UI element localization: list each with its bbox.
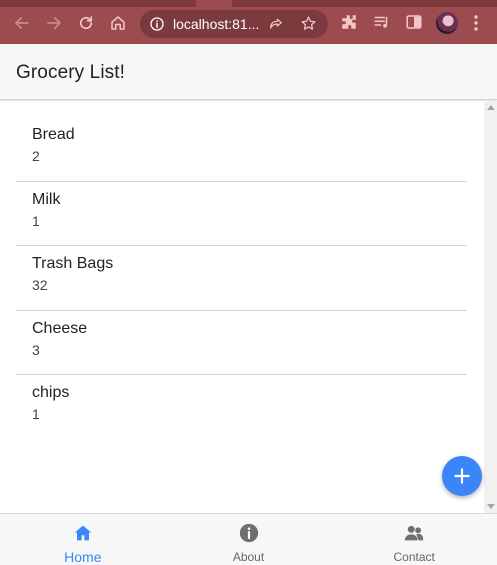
reload-icon bbox=[79, 16, 93, 30]
browser-toolbar: localhost:81... bbox=[0, 0, 497, 44]
tab-label: About bbox=[232, 550, 265, 564]
tab-strip bbox=[0, 0, 497, 7]
scroll-down-arrow[interactable] bbox=[487, 504, 495, 509]
list-item[interactable]: Trash Bags 32 bbox=[16, 246, 467, 311]
list-item[interactable]: Cheese 3 bbox=[16, 311, 467, 375]
page-title: Grocery List! bbox=[16, 62, 125, 83]
address-bar[interactable]: localhost:81... bbox=[140, 10, 328, 38]
extensions-puzzle-icon[interactable] bbox=[340, 13, 358, 31]
people-icon bbox=[405, 525, 424, 541]
home-outline-icon bbox=[111, 16, 125, 30]
main-content: Bread 2 Milk 1 Trash Bags 32 Cheese 3 ch… bbox=[0, 101, 484, 513]
active-tab-edge bbox=[196, 0, 232, 7]
item-quantity: 2 bbox=[32, 148, 40, 164]
arrow-left-icon bbox=[15, 16, 29, 30]
list-item[interactable]: chips 1 bbox=[16, 375, 467, 440]
reload-button[interactable] bbox=[75, 12, 97, 34]
item-quantity: 32 bbox=[32, 277, 48, 293]
item-name: chips bbox=[32, 384, 70, 401]
share-icon[interactable] bbox=[268, 16, 284, 32]
tab-about[interactable]: About bbox=[166, 514, 332, 565]
info-icon bbox=[239, 523, 258, 543]
grocery-list: Bread 2 Milk 1 Trash Bags 32 Cheese 3 ch… bbox=[16, 117, 467, 440]
scroll-up-arrow[interactable] bbox=[487, 105, 495, 110]
item-quantity: 1 bbox=[32, 212, 40, 229]
forward-button[interactable] bbox=[43, 12, 65, 34]
item-quantity: 3 bbox=[32, 341, 40, 358]
plus-icon bbox=[454, 468, 470, 484]
more-menu-icon[interactable] bbox=[473, 14, 479, 32]
info-circle-icon[interactable] bbox=[149, 16, 165, 32]
list-item[interactable]: Bread 2 bbox=[16, 117, 467, 182]
tab-label: Contact bbox=[393, 550, 435, 564]
item-name: Bread bbox=[32, 126, 75, 143]
arrow-right-icon bbox=[47, 16, 61, 30]
media-queue-icon[interactable] bbox=[373, 13, 391, 31]
address-text[interactable]: localhost:81... bbox=[173, 16, 259, 32]
item-name: Trash Bags bbox=[32, 255, 114, 272]
profile-avatar[interactable] bbox=[436, 12, 458, 34]
add-item-button[interactable] bbox=[442, 456, 482, 496]
back-button[interactable] bbox=[11, 12, 33, 34]
tab-contact[interactable]: Contact bbox=[331, 514, 497, 565]
item-quantity: 1 bbox=[32, 406, 40, 422]
home-browser-button[interactable] bbox=[107, 12, 129, 34]
side-panel-icon[interactable] bbox=[405, 13, 423, 31]
bottom-tab-bar: Home About Contact bbox=[0, 513, 497, 565]
home-icon bbox=[74, 525, 92, 541]
tab-home[interactable]: Home bbox=[0, 514, 166, 565]
list-item[interactable]: Milk 1 bbox=[16, 182, 467, 246]
vertical-scrollbar[interactable] bbox=[484, 101, 497, 513]
item-name: Milk bbox=[32, 190, 61, 208]
item-name: Cheese bbox=[32, 319, 88, 337]
app-header: Grocery List! bbox=[0, 44, 497, 100]
tab-label: Home bbox=[64, 549, 102, 565]
bookmark-star-icon[interactable] bbox=[300, 15, 317, 32]
